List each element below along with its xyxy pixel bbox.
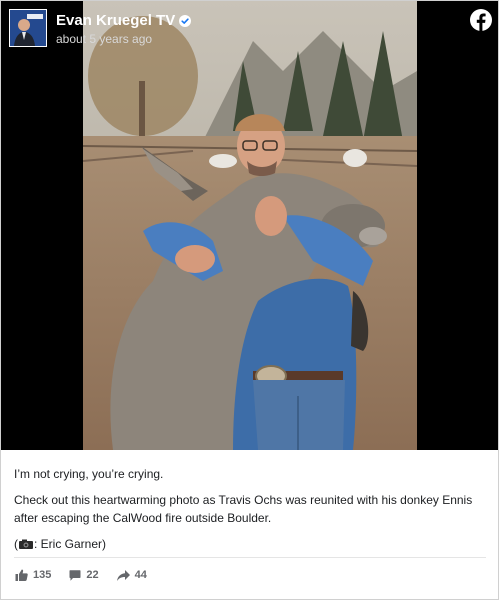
post-timestamp[interactable]: about 5 years ago	[56, 32, 191, 46]
photo-credit: (: Eric Garner)	[14, 535, 484, 553]
comment-count-value: 22	[86, 569, 99, 581]
share-count[interactable]: 44	[116, 569, 147, 581]
comment-count[interactable]: 22	[69, 569, 99, 581]
facebook-logo-icon[interactable]	[470, 9, 492, 31]
like-count-value: 135	[33, 569, 52, 581]
post-caption: I’m not crying, you’re crying. Check out…	[14, 465, 484, 561]
engagement-bar: 135 22 44	[15, 569, 165, 581]
facebook-post-embed: Evan Kruegel TV about 5 years ago I’m no…	[0, 0, 499, 600]
stats-divider	[14, 557, 486, 558]
like-count[interactable]: 135	[15, 569, 51, 581]
verified-badge-icon	[179, 14, 192, 27]
caption-line-1: I’m not crying, you’re crying.	[14, 467, 164, 481]
share-count-value: 44	[134, 569, 147, 581]
page-avatar[interactable]	[9, 9, 47, 47]
share-arrow-icon	[116, 569, 130, 581]
comment-icon	[69, 569, 81, 581]
camera-icon	[19, 539, 33, 549]
thumbs-up-icon	[15, 569, 28, 581]
post-header: Evan Kruegel TV about 5 years ago	[9, 9, 192, 47]
page-name[interactable]: Evan Kruegel TV	[56, 12, 175, 29]
caption-line-2: Check out this heartwarming photo as Tra…	[14, 493, 473, 525]
post-media[interactable]: Evan Kruegel TV about 5 years ago	[1, 1, 498, 450]
post-photo[interactable]	[83, 1, 417, 450]
credit-text: : Eric Garner)	[34, 537, 107, 551]
